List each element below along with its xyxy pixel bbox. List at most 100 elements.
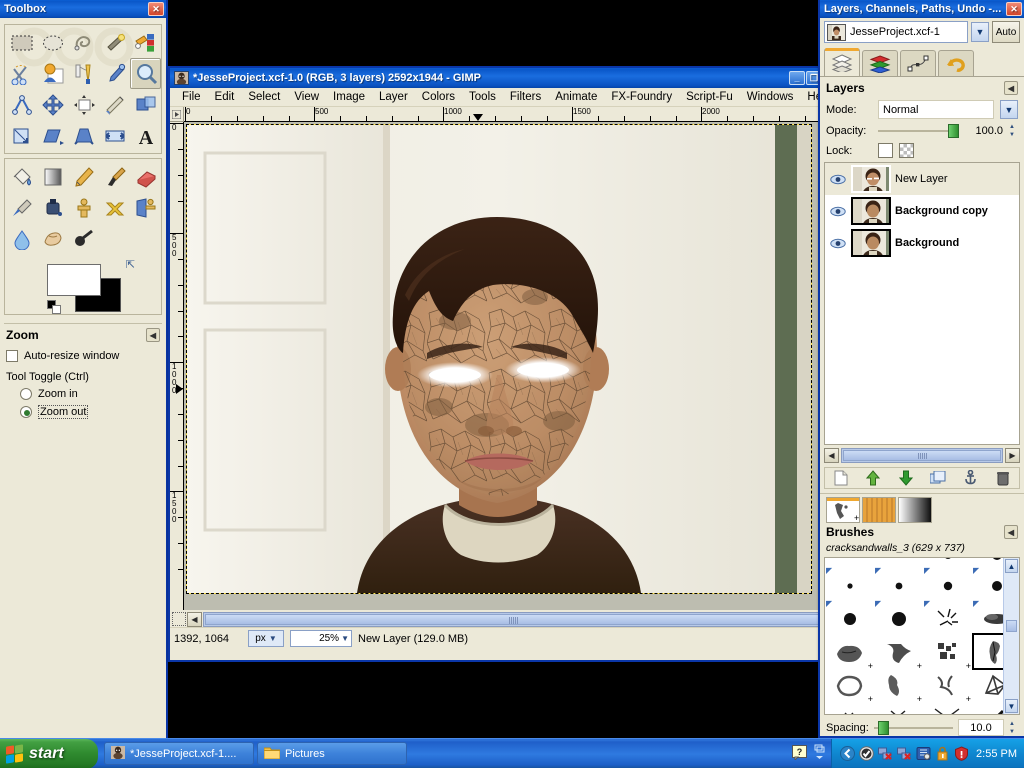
tab-brushes[interactable]: + xyxy=(826,497,860,523)
lock-pixels-checkbox[interactable] xyxy=(878,143,893,158)
tab-layers[interactable] xyxy=(824,48,860,76)
menu-fx-foundry[interactable]: FX-Foundry xyxy=(604,90,679,104)
radio-icon[interactable] xyxy=(20,388,32,400)
network-disconnected-icon-2[interactable] xyxy=(897,746,912,761)
spacing-slider[interactable] xyxy=(873,720,953,735)
brush-cell[interactable] xyxy=(923,699,972,714)
swap-colors-icon[interactable]: ⇱ xyxy=(126,258,135,271)
unit-selector[interactable]: px ▼ xyxy=(248,630,284,647)
brush-cell[interactable]: + xyxy=(874,633,923,671)
checkbox-icon[interactable] xyxy=(6,350,18,362)
select-by-color-tool[interactable] xyxy=(130,27,161,58)
ellipse-select-tool[interactable] xyxy=(38,27,69,58)
move-tool[interactable] xyxy=(38,89,69,120)
vertical-ruler[interactable]: 0 500 1000 1500 xyxy=(170,122,184,610)
gimp-titlebar[interactable]: *JesseProject.xcf-1.0 (RGB, 3 layers) 25… xyxy=(170,68,824,88)
brush-cell[interactable]: ◤ xyxy=(874,567,923,604)
menu-edit[interactable]: Edit xyxy=(208,90,242,104)
brush-grid[interactable]: ◤ ◤ ◤ ◤ ◤ ◤ ◤ ◤ ◤ ◤ ◤ ◤ ◤ ◤+ ◤+ xyxy=(825,558,1003,714)
auto-follow-button[interactable]: Auto xyxy=(992,21,1020,43)
duplicate-layer-button[interactable] xyxy=(927,468,949,488)
zoom-in-radio[interactable]: Zoom in xyxy=(20,388,160,400)
layer-row-background[interactable]: Background xyxy=(825,227,1019,259)
menu-windows[interactable]: Windows xyxy=(740,90,801,104)
brush-cell[interactable]: ◤ xyxy=(874,558,923,567)
new-layer-button[interactable] xyxy=(830,468,852,488)
collapse-panel-icon[interactable]: ◀ xyxy=(146,328,160,342)
brush-cell-cracksandwalls-3[interactable]: + xyxy=(972,633,1003,670)
opacity-slider[interactable] xyxy=(878,124,959,138)
scroll-thumb[interactable] xyxy=(1006,620,1017,632)
eye-icon[interactable] xyxy=(829,174,847,185)
horizontal-ruler[interactable]: 0 500 1000 1500 2000 xyxy=(184,107,824,122)
toolbox-titlebar[interactable]: Toolbox ✕ xyxy=(0,0,166,18)
zoom-tool[interactable] xyxy=(130,58,161,89)
eraser-tool[interactable] xyxy=(130,161,161,192)
collapse-panel-icon[interactable]: ◀ xyxy=(1004,81,1018,95)
brush-cell[interactable]: ◤ xyxy=(923,567,972,604)
taskbar-clock[interactable]: 2:55 PM xyxy=(976,748,1017,760)
align-tool[interactable] xyxy=(69,89,100,120)
color-picker-tool[interactable] xyxy=(99,58,130,89)
anchor-layer-button[interactable] xyxy=(959,468,981,488)
antivirus-shield-icon[interactable] xyxy=(859,746,874,761)
menu-select[interactable]: Select xyxy=(241,90,287,104)
brush-cell[interactable]: ◤ xyxy=(825,558,874,567)
image-canvas[interactable] xyxy=(184,122,824,610)
menu-image[interactable]: Image xyxy=(326,90,372,104)
crop-tool[interactable] xyxy=(99,89,130,120)
scroll-left-icon[interactable]: ◀ xyxy=(187,611,202,627)
tab-channels[interactable] xyxy=(862,50,898,76)
chevron-down-icon[interactable]: ▼ xyxy=(971,22,989,42)
zoom-selector[interactable]: 25% ▼ xyxy=(290,630,352,647)
security-center-icon[interactable] xyxy=(954,746,969,761)
menu-tools[interactable]: Tools xyxy=(462,90,503,104)
paths-tool[interactable] xyxy=(69,58,100,89)
show-hidden-icons-icon[interactable] xyxy=(814,744,825,763)
layer-list-scrollbar[interactable] xyxy=(841,448,1003,463)
image-content[interactable] xyxy=(186,124,812,594)
clone-tool[interactable] xyxy=(69,192,100,223)
brush-cell[interactable]: + xyxy=(923,633,972,671)
eye-icon[interactable] xyxy=(829,206,847,217)
menu-view[interactable]: View xyxy=(287,90,326,104)
brush-cell[interactable]: + xyxy=(923,666,972,704)
image-selector[interactable]: JesseProject.xcf-1 xyxy=(824,21,968,43)
brush-cell[interactable]: ◤ xyxy=(923,558,972,567)
scale-tool[interactable] xyxy=(7,120,38,151)
rotate-tool[interactable] xyxy=(130,89,161,120)
flip-tool[interactable] xyxy=(99,120,130,151)
security-alert-icon[interactable] xyxy=(935,746,950,761)
spacing-spinner[interactable]: ▲ ▼ xyxy=(1009,721,1018,735)
scroll-up-icon[interactable]: ▲ xyxy=(1005,559,1018,573)
close-icon[interactable]: ✕ xyxy=(1006,2,1022,16)
perspective-tool[interactable] xyxy=(69,120,100,151)
brush-cell[interactable]: + xyxy=(825,666,874,704)
layer-row-background-copy[interactable]: Background copy xyxy=(825,195,1019,227)
chevron-down-icon[interactable]: ▼ xyxy=(1000,100,1018,119)
brush-cell[interactable] xyxy=(874,699,923,714)
network-disconnected-icon[interactable] xyxy=(878,746,893,761)
heal-tool[interactable] xyxy=(99,192,130,223)
close-icon[interactable]: ✕ xyxy=(148,2,164,16)
free-select-tool[interactable] xyxy=(69,27,100,58)
rect-select-tool[interactable] xyxy=(7,27,38,58)
auto-resize-window-checkbox[interactable]: Auto-resize window xyxy=(6,350,160,362)
tab-paths[interactable] xyxy=(900,50,936,76)
menu-layer[interactable]: Layer xyxy=(372,90,415,104)
brush-cell[interactable]: ◤ xyxy=(825,567,874,604)
tab-patterns[interactable] xyxy=(862,497,896,523)
eye-icon[interactable] xyxy=(829,238,847,249)
layer-list[interactable]: New Layer Background copy Background xyxy=(824,162,1020,445)
gradient-tool[interactable] xyxy=(38,161,69,192)
brush-cell[interactable]: + xyxy=(874,666,923,704)
raise-layer-button[interactable] xyxy=(862,468,884,488)
brush-cell[interactable] xyxy=(972,699,1003,714)
foreground-color-swatch[interactable] xyxy=(47,264,101,296)
scroll-left-icon[interactable]: ◀ xyxy=(824,448,839,463)
fuzzy-select-tool[interactable] xyxy=(99,27,130,58)
ink-tool[interactable] xyxy=(38,192,69,223)
scroll-right-icon[interactable]: ▶ xyxy=(1005,448,1020,463)
menu-filters[interactable]: Filters xyxy=(503,90,548,104)
collapse-panel-icon[interactable]: ◀ xyxy=(1004,525,1018,539)
